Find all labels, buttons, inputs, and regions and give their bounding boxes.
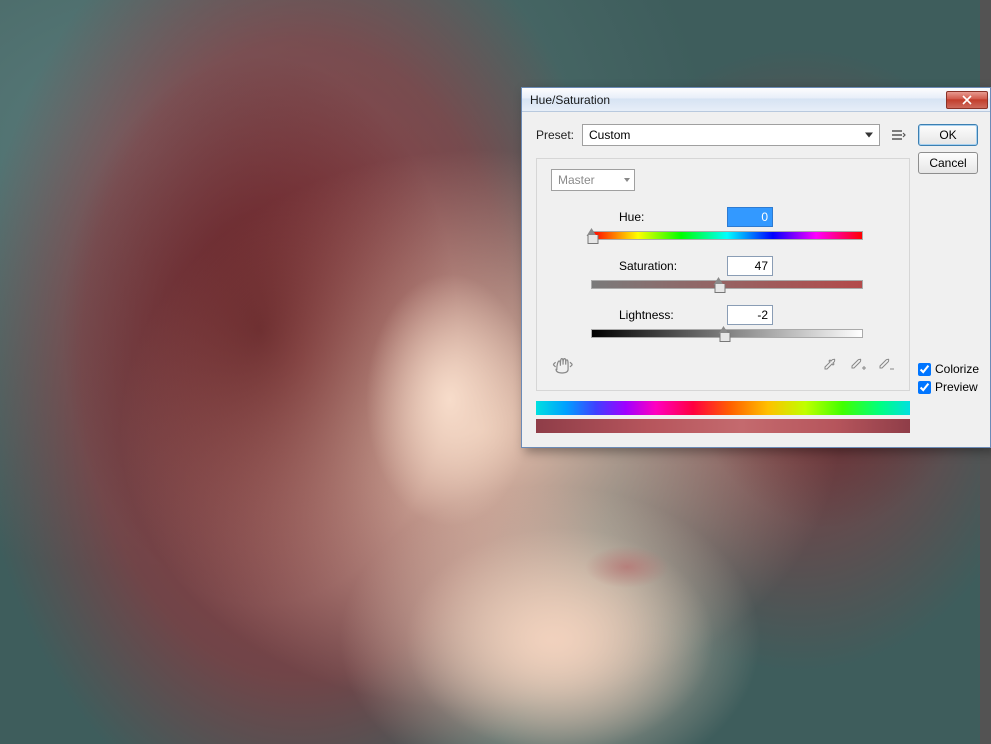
dialog-left-column: Preset: Custom Master (536, 124, 910, 433)
chevron-down-icon (865, 133, 873, 138)
eyedropper-minus-icon (878, 357, 894, 373)
saturation-label: Saturation: (619, 259, 727, 273)
colorize-checkbox-row[interactable]: Colorize (918, 362, 978, 376)
preset-menu-button[interactable] (888, 126, 910, 144)
preset-row: Preset: Custom (536, 124, 910, 146)
checkbox-group: Colorize Preview (918, 358, 978, 394)
menu-icon (891, 129, 907, 141)
eyedropper-plus-icon (850, 357, 866, 373)
close-icon (962, 95, 972, 105)
dialog-title: Hue/Saturation (530, 93, 946, 107)
preview-checkbox[interactable] (918, 381, 931, 394)
saturation-slider[interactable] (591, 280, 863, 289)
hue-input[interactable] (727, 207, 773, 227)
channel-dropdown[interactable]: Master (551, 169, 635, 191)
hue-slider[interactable] (591, 231, 863, 240)
eyedropper-group (821, 356, 895, 374)
tools-row (551, 354, 895, 376)
targeted-adjust-tool[interactable] (551, 354, 577, 376)
preset-value: Custom (589, 128, 630, 142)
spectrum-display (536, 401, 910, 433)
preview-label: Preview (935, 380, 978, 394)
lightness-input[interactable] (727, 305, 773, 325)
lightness-slider[interactable] (591, 329, 863, 338)
hand-icon (552, 355, 576, 374)
hue-saturation-dialog: Hue/Saturation Preset: Custom (521, 87, 991, 448)
preset-label: Preset: (536, 128, 574, 142)
cancel-button[interactable]: Cancel (918, 152, 978, 174)
chevron-down-icon (624, 178, 630, 182)
saturation-input[interactable] (727, 256, 773, 276)
eyedropper-subtract-tool[interactable] (877, 356, 895, 374)
eyedropper-tool[interactable] (821, 356, 839, 374)
lightness-slider-thumb[interactable] (719, 326, 730, 342)
saturation-slider-thumb[interactable] (713, 277, 724, 293)
lightness-row: Lightness: (551, 305, 895, 325)
channel-value: Master (558, 173, 595, 187)
hue-row: Hue: (551, 207, 895, 227)
hue-label: Hue: (619, 210, 727, 224)
eyedropper-icon (822, 357, 838, 373)
dialog-titlebar[interactable]: Hue/Saturation (522, 88, 990, 112)
close-button[interactable] (946, 91, 988, 109)
colorize-label: Colorize (935, 362, 979, 376)
dialog-body: Preset: Custom Master (522, 112, 990, 447)
adjustment-frame: Master Hue: Saturation: (536, 158, 910, 391)
ok-button[interactable]: OK (918, 124, 978, 146)
preset-dropdown[interactable]: Custom (582, 124, 880, 146)
dialog-right-column: OK Cancel Colorize Preview (918, 124, 978, 394)
output-spectrum (536, 419, 910, 433)
preview-checkbox-row[interactable]: Preview (918, 380, 978, 394)
eyedropper-add-tool[interactable] (849, 356, 867, 374)
lightness-label: Lightness: (619, 308, 727, 322)
input-spectrum (536, 401, 910, 415)
colorize-checkbox[interactable] (918, 363, 931, 376)
saturation-row: Saturation: (551, 256, 895, 276)
hue-slider-thumb[interactable] (587, 228, 598, 244)
